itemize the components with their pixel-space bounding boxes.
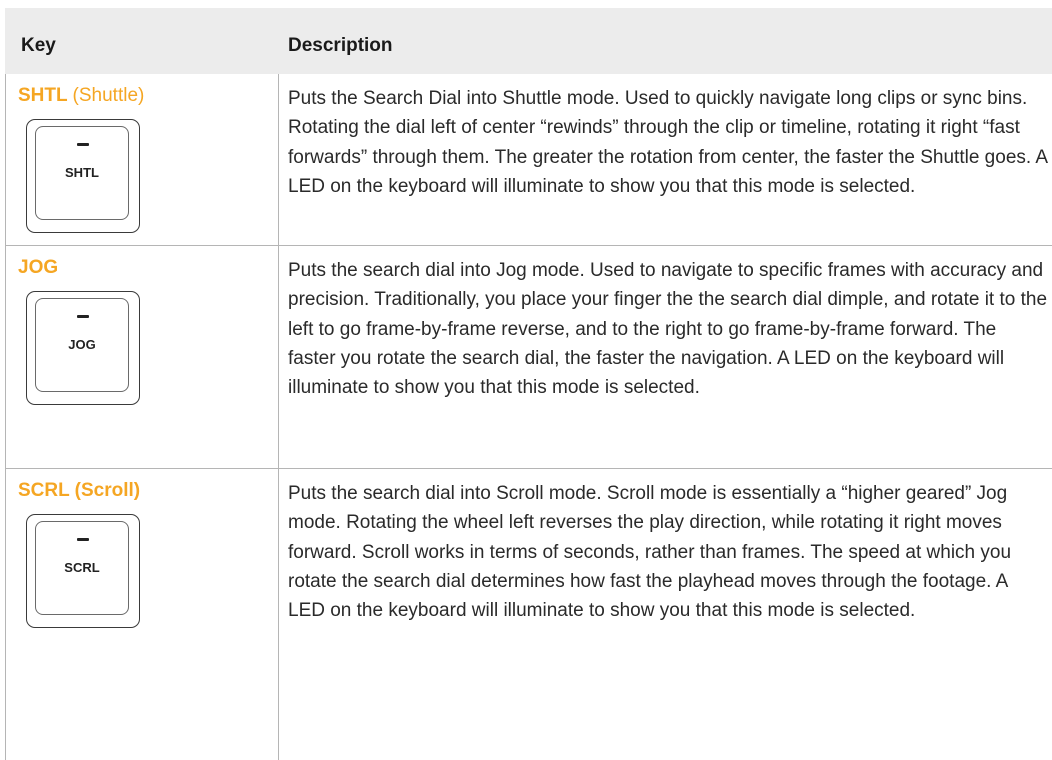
- shtl-key-icon: SHTL: [26, 119, 140, 233]
- key-reference-table: Key Description SHTL (Shuttle) SHTL Puts…: [5, 0, 1052, 760]
- led-indicator-icon: [77, 315, 89, 318]
- keycap-face: SHTL: [35, 126, 129, 220]
- key-cell: SCRL (Scroll) SCRL: [5, 469, 279, 760]
- table-row-shtl: SHTL (Shuttle) SHTL Puts the Search Dial…: [5, 74, 1052, 245]
- header-description: Description: [288, 35, 393, 56]
- key-title: JOG: [18, 257, 58, 279]
- table-row-scrl: SCRL (Scroll) SCRL Puts the search dial …: [5, 469, 1052, 760]
- keycap-label: SCRL: [64, 560, 100, 575]
- keycap-face: SCRL: [35, 521, 129, 615]
- description-cell: Puts the search dial into Jog mode. Used…: [288, 246, 1048, 402]
- key-name-parenthetical: (Shuttle): [72, 85, 145, 106]
- keycap-face: JOG: [35, 298, 129, 392]
- description-text: Puts the Search Dial into Shuttle mode. …: [288, 88, 1048, 197]
- led-indicator-icon: [77, 538, 89, 541]
- keycap-label: JOG: [68, 337, 96, 352]
- key-cell: SHTL (Shuttle) SHTL: [5, 74, 279, 245]
- description-text: Puts the search dial into Scroll mode. S…: [288, 483, 1012, 622]
- led-indicator-icon: [77, 143, 89, 146]
- description-cell: Puts the search dial into Scroll mode. S…: [288, 469, 1048, 625]
- keycap-label: SHTL: [65, 165, 99, 180]
- scrl-key-icon: SCRL: [26, 514, 140, 628]
- key-name: JOG: [18, 257, 59, 278]
- table-header: Key Description: [5, 8, 1052, 74]
- jog-key-icon: JOG: [26, 291, 140, 405]
- description-cell: Puts the Search Dial into Shuttle mode. …: [288, 74, 1048, 201]
- table-row-jog: JOG JOG Puts the search dial into Jog mo…: [5, 246, 1052, 468]
- key-title: SCRL (Scroll): [18, 480, 140, 502]
- key-name: SCRL (Scroll): [18, 480, 141, 501]
- key-name: SHTL: [18, 85, 68, 106]
- header-key: Key: [21, 35, 56, 56]
- key-title: SHTL (Shuttle): [18, 85, 144, 107]
- key-cell: JOG JOG: [5, 246, 279, 468]
- description-text: Puts the search dial into Jog mode. Used…: [288, 260, 1048, 399]
